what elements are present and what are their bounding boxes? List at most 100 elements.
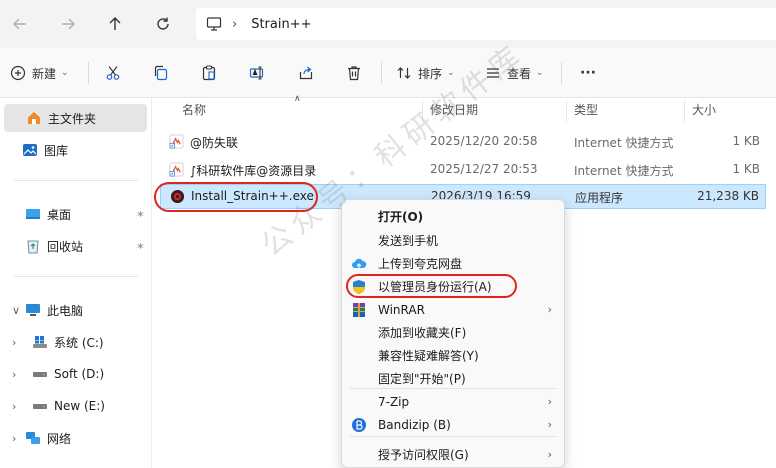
sidebar-item-this-pc[interactable]: ∨ 此电脑 xyxy=(0,296,151,324)
pin-icon[interactable]: ✶ xyxy=(136,240,145,253)
sidebar-item-label: 图库 xyxy=(44,143,69,158)
sort-icon xyxy=(397,67,411,79)
context-menu: 打开(O) 发送到手机 上传到夸克网盘 以管理员身份运行(A) WinRAR ›… xyxy=(341,199,565,468)
menu-item-open[interactable]: 打开(O) xyxy=(342,205,564,228)
sidebar-divider xyxy=(14,180,138,181)
chevron-right-icon: › xyxy=(547,418,552,431)
desktop-icon xyxy=(26,209,40,219)
sidebar-item-label: 系统 (C:) xyxy=(54,335,104,350)
rename-button[interactable] xyxy=(249,61,265,85)
chevron-down-icon[interactable]: ∨ xyxy=(12,304,20,317)
internet-shortcut-icon xyxy=(169,162,184,177)
chevron-right-icon[interactable]: › xyxy=(12,400,16,413)
gallery-icon xyxy=(23,144,37,156)
sidebar-divider xyxy=(14,276,138,277)
menu-item-bandizip[interactable]: Bandizip (B) › xyxy=(342,413,564,436)
clipboard-icon xyxy=(202,65,216,81)
chevron-right-icon: › xyxy=(547,448,552,461)
chevron-right-icon[interactable]: › xyxy=(12,432,16,445)
chevron-right-icon: › xyxy=(232,16,238,32)
chevron-right-icon: › xyxy=(547,303,552,316)
column-divider[interactable] xyxy=(684,100,685,122)
paste-button[interactable] xyxy=(201,61,217,85)
file-row[interactable]: ∫科研软件库@资源目录 2025/12/27 20:53 Internet 快捷… xyxy=(160,156,766,184)
monitor-icon xyxy=(206,17,222,31)
sidebar-item-label: 此电脑 xyxy=(47,303,84,318)
drive-icon xyxy=(33,404,47,409)
sidebar-item-network[interactable]: › 网络 xyxy=(0,424,151,452)
file-row[interactable]: @防失联 2025/12/20 20:58 Internet 快捷方式 1 KB xyxy=(160,128,766,156)
network-icon xyxy=(26,432,40,444)
column-header-type[interactable]: 类型 xyxy=(574,98,598,120)
sidebar-item-label: 主文件夹 xyxy=(48,111,97,126)
sort-label: 排序 xyxy=(418,66,443,81)
menu-item-send-to-phone[interactable]: 发送到手机 xyxy=(342,229,564,252)
refresh-button[interactable] xyxy=(151,12,175,36)
bandizip-icon xyxy=(352,418,366,432)
sidebar-item-desktop[interactable]: 桌面 ✶ xyxy=(0,200,151,228)
drive-icon xyxy=(33,372,47,377)
menu-item-7zip[interactable]: 7-Zip › xyxy=(342,390,564,413)
forward-button[interactable] xyxy=(56,12,80,36)
file-modified: 2025/12/20 20:58 xyxy=(430,134,538,148)
column-divider[interactable] xyxy=(566,100,567,122)
menu-item-upload-quark[interactable]: 上传到夸克网盘 xyxy=(342,252,564,275)
up-button[interactable] xyxy=(103,12,127,36)
menu-item-pin-to-start[interactable]: 固定到"开始"(P) xyxy=(342,367,564,390)
scissors-icon xyxy=(106,66,120,80)
menu-item-compatibility[interactable]: 兼容性疑难解答(Y) xyxy=(342,344,564,367)
chevron-right-icon: › xyxy=(547,395,552,408)
share-icon xyxy=(299,66,313,80)
winrar-icon xyxy=(353,303,365,317)
delete-button[interactable] xyxy=(346,61,362,85)
share-button[interactable] xyxy=(298,61,314,85)
file-size: 21,238 KB xyxy=(697,189,759,203)
sidebar-item-recycle-bin[interactable]: 回收站 ✶ xyxy=(0,232,151,260)
sidebar-item-drive-e[interactable]: › New (E:) xyxy=(0,392,151,420)
address-path[interactable]: › Strain++ xyxy=(196,8,776,40)
cut-button[interactable] xyxy=(105,61,121,85)
sidebar-item-home[interactable]: 主文件夹 xyxy=(4,104,147,132)
more-icon: ··· xyxy=(580,65,596,81)
back-arrow-icon xyxy=(13,18,26,30)
internet-shortcut-icon xyxy=(169,134,184,149)
breadcrumb-strain[interactable]: Strain++ xyxy=(251,17,311,32)
menu-separator xyxy=(350,436,556,437)
up-arrow-icon xyxy=(109,17,121,30)
column-header-name[interactable]: 名称 xyxy=(182,98,206,120)
forward-arrow-icon xyxy=(62,18,75,30)
sidebar-item-drive-d[interactable]: › Soft (D:) xyxy=(0,360,151,388)
new-button[interactable]: 新建 ⌄ xyxy=(10,61,69,85)
file-size: 1 KB xyxy=(732,162,760,176)
chevron-right-icon[interactable]: › xyxy=(12,336,16,349)
toolbar-divider xyxy=(381,62,382,84)
installer-icon xyxy=(170,189,185,204)
file-name: ∫科研软件库@资源目录 xyxy=(190,164,317,178)
menu-item-add-favorites[interactable]: 添加到收藏夹(F) xyxy=(342,321,564,344)
refresh-icon xyxy=(157,17,169,30)
chevron-right-icon[interactable]: › xyxy=(12,368,16,381)
plus-circle-icon xyxy=(10,65,26,81)
file-type: 应用程序 xyxy=(575,191,624,205)
rename-icon xyxy=(249,66,264,80)
sidebar-item-label: New (E:) xyxy=(54,399,105,413)
navigation-pane: 主文件夹 图库 桌面 ✶ 回收站 ✶ ∨ 此电脑 › 系统 (C:) › Sof… xyxy=(0,98,152,468)
computer-icon xyxy=(26,304,40,316)
copy-button[interactable] xyxy=(153,61,169,85)
trash-icon xyxy=(348,66,360,81)
menu-item-winrar[interactable]: WinRAR › xyxy=(342,298,564,321)
copy-icon xyxy=(154,65,168,81)
pin-icon[interactable]: ✶ xyxy=(136,208,145,221)
sidebar-item-drive-c[interactable]: › 系统 (C:) xyxy=(0,328,151,356)
column-header-size[interactable]: 大小 xyxy=(692,98,716,120)
menu-item-grant-access[interactable]: 授予访问权限(G) › xyxy=(342,443,564,466)
more-button[interactable]: ··· xyxy=(580,61,596,85)
back-button[interactable] xyxy=(8,12,32,36)
menu-item-run-as-admin[interactable]: 以管理员身份运行(A) xyxy=(342,275,564,298)
chevron-down-icon: ⌄ xyxy=(536,68,544,78)
chevron-down-icon: ⌄ xyxy=(61,68,69,78)
toolbar-divider xyxy=(88,62,89,84)
toolbar-divider xyxy=(561,62,562,84)
recycle-bin-icon xyxy=(27,240,39,254)
sidebar-item-gallery[interactable]: 图库 xyxy=(0,136,151,164)
